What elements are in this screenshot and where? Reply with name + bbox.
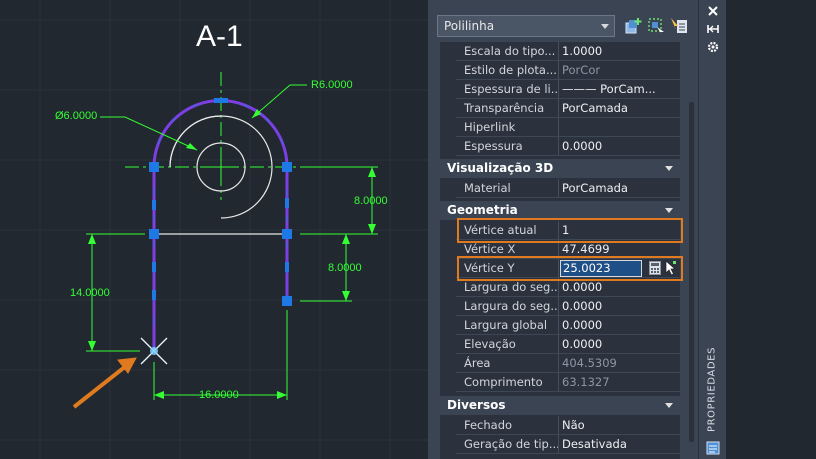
property-label: Transparência: [464, 101, 545, 115]
property-value[interactable]: 0.0000: [561, 137, 680, 156]
property-row[interactable]: Transparência PorCamada: [440, 99, 680, 118]
property-value[interactable]: 0.0000: [561, 297, 680, 316]
select-objects-icon[interactable]: [646, 16, 666, 36]
property-label: Elevação: [464, 337, 516, 351]
property-label: Espessura: [464, 139, 523, 153]
chevron-down-icon: [665, 166, 673, 171]
toggle-pickadd-icon[interactable]: [670, 16, 690, 36]
property-label: Espessura de li...: [464, 82, 558, 96]
property-value[interactable]: Desativada: [561, 435, 680, 454]
section-title: Diversos: [447, 398, 506, 412]
settings-icon[interactable]: [706, 40, 720, 54]
property-value[interactable]: PorCor: [561, 61, 680, 80]
dimension-arrows: [88, 109, 376, 399]
property-value[interactable]: 1.0000: [561, 42, 680, 61]
property-label: Hiperlink: [464, 120, 516, 134]
diameter-dimension-label[interactable]: Ø6.0000: [55, 110, 97, 122]
property-value[interactable]: [561, 118, 680, 137]
property-label: Largura global: [464, 318, 548, 332]
chevron-down-icon: [665, 208, 673, 213]
quick-select-icon[interactable]: [623, 16, 643, 36]
property-label: Estilo de plota...: [464, 63, 557, 77]
drawing-canvas-right[interactable]: [726, 0, 816, 459]
properties-scrollbar[interactable]: [685, 42, 698, 459]
property-value[interactable]: PorCamada: [561, 179, 680, 198]
object-type-value: Polilinha: [444, 19, 495, 33]
property-row[interactable]: Largura global 0.0000: [440, 316, 680, 335]
height-right-lower-label[interactable]: 8.0000: [328, 262, 362, 274]
annotation-arrow: [72, 357, 137, 409]
property-label: Largura do seg...: [464, 299, 558, 313]
drawing-title: A-1: [196, 20, 243, 53]
selected-polyline: [152, 99, 289, 351]
property-value[interactable]: ——— PorCam...: [561, 80, 680, 99]
property-row[interactable]: Material PorCamada: [440, 179, 680, 198]
polyline-dash: [153, 100, 288, 351]
property-row[interactable]: Hiperlink: [440, 118, 680, 137]
auto-hide-icon[interactable]: [706, 22, 720, 36]
property-value[interactable]: Não: [561, 416, 680, 435]
property-label: Material: [464, 181, 511, 195]
property-value[interactable]: PorCamada: [561, 99, 680, 118]
height-right-upper-label[interactable]: 8.0000: [354, 195, 388, 207]
property-label: Fechado: [464, 418, 513, 432]
property-row[interactable]: Geração de tip... Desativada: [440, 435, 680, 454]
property-label: Comprimento: [464, 375, 543, 389]
properties-panel: Polilinha Escala do tipo... 1.0000 Estil…: [428, 0, 698, 459]
dimension-lines: [86, 84, 378, 400]
property-row[interactable]: Espessura 0.0000: [440, 137, 680, 156]
close-icon[interactable]: [706, 4, 720, 18]
property-row[interactable]: Escala do tipo... 1.0000: [440, 42, 680, 61]
width-bottom-label[interactable]: 16.0000: [199, 389, 239, 401]
scrollbar-thumb[interactable]: [689, 102, 694, 442]
properties-icon[interactable]: [706, 441, 720, 455]
palette-title[interactable]: PROPRIEDADES: [701, 346, 723, 434]
property-row[interactable]: Largura do seg... 0.0000: [440, 297, 680, 316]
property-row[interactable]: Estilo de plota... PorCor: [440, 61, 680, 80]
section-title: Visualização 3D: [447, 161, 554, 175]
property-label: Escala do tipo...: [464, 44, 556, 58]
property-value[interactable]: 0.0000: [561, 316, 680, 335]
chevron-down-icon: [601, 24, 609, 29]
object-type-select[interactable]: Polilinha: [437, 15, 615, 37]
property-value: 63.1327: [562, 375, 610, 389]
vertex-y-highlight: [457, 256, 683, 281]
current-vertex-highlight: [457, 218, 683, 243]
properties-grid: Escala do tipo... 1.0000 Estilo de plota…: [440, 42, 683, 459]
section-3d-visualization[interactable]: Visualização 3D: [440, 159, 680, 178]
property-value: 404.5309: [562, 356, 617, 370]
property-value[interactable]: 0.0000: [561, 335, 680, 354]
chevron-down-icon: [665, 403, 673, 408]
palette-title-text: PROPRIEDADES: [706, 346, 718, 433]
height-left-label[interactable]: 14.0000: [70, 287, 110, 299]
property-label: Geração de tip...: [464, 437, 558, 451]
drawing-canvas[interactable]: A-1 R6.0000 Ø6.0000 8.0000 8.0000 14.000…: [0, 0, 428, 459]
property-row[interactable]: Espessura de li... ——— PorCam...: [440, 80, 680, 99]
property-row[interactable]: Fechado Não: [440, 416, 680, 435]
property-row[interactable]: Comprimento 63.1327: [440, 373, 680, 392]
property-row[interactable]: Elevação 0.0000: [440, 335, 680, 354]
palette-side-strip: PROPRIEDADES: [698, 0, 726, 459]
property-label: Área: [464, 356, 491, 370]
section-misc[interactable]: Diversos: [440, 396, 680, 415]
property-row[interactable]: Área 404.5309: [440, 354, 680, 373]
radius-dimension-label[interactable]: R6.0000: [311, 79, 353, 91]
